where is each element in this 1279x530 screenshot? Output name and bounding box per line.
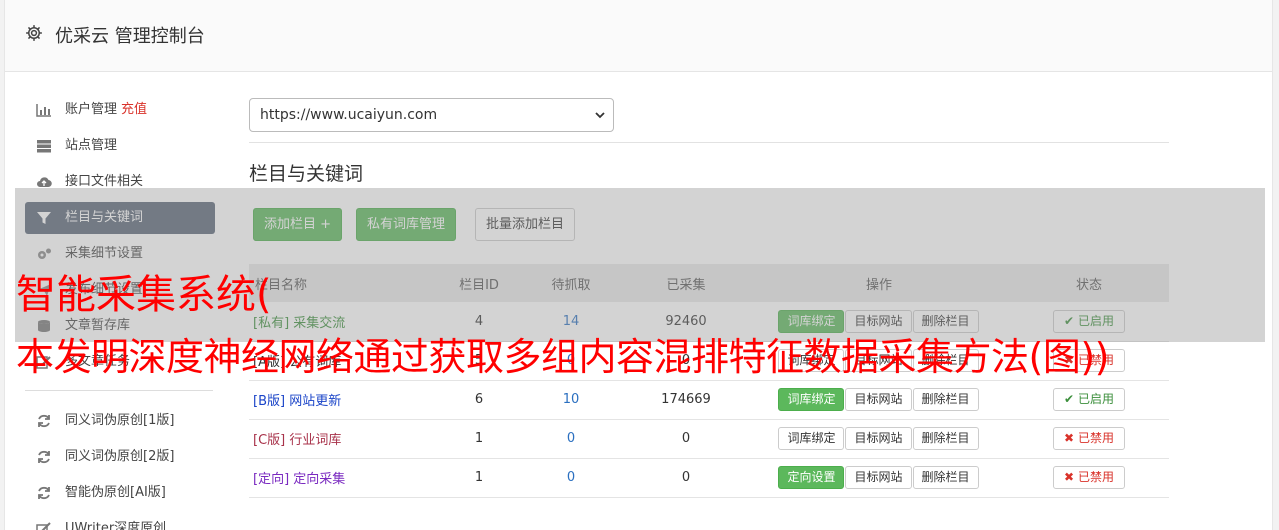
column-tag: [B版] (253, 394, 286, 409)
table-row: [定向] 定向采集 1 0 0 定向设置 目标网站 删除栏目 ✖ 已禁用 (249, 458, 1169, 497)
sidebar-item-label: UWriter深度原创 (65, 521, 167, 530)
section-title: 栏目与关键词 (249, 163, 364, 185)
sidebar-item-synonym-v2[interactable]: 同义词伪原创[2版] (25, 441, 215, 473)
table-row: [C版] 行业词库 1 0 0 词库绑定 目标网站 删除栏目 ✖ 已禁用 (249, 419, 1169, 458)
column-tag: [定向] (253, 472, 290, 487)
divider (249, 142, 1169, 143)
status-cell: ✖ 已禁用 (1009, 458, 1169, 497)
check-icon: ✔ (1064, 392, 1075, 406)
target-site-button[interactable]: 目标网站 (845, 427, 912, 450)
status-label: 已启用 (1077, 392, 1114, 406)
ops-cell: 词库绑定 目标网站 删除栏目 (749, 419, 1009, 458)
sidebar-divider (25, 390, 213, 391)
delete-column-button[interactable]: 删除栏目 (912, 388, 979, 411)
refresh-icon (38, 486, 50, 500)
column-name-link[interactable]: 网站更新 (289, 394, 341, 409)
pending-count-link[interactable]: 0 (519, 419, 623, 458)
gear-icon (26, 25, 42, 41)
status-toggle-button[interactable]: ✖ 已禁用 (1053, 427, 1125, 450)
column-name-cell: [B版] 网站更新 (249, 380, 439, 419)
column-id-cell: 1 (474, 431, 484, 446)
sidebar-item-label: 同义词伪原创[2版] (65, 449, 175, 464)
sidebar-item-ai-rewrite[interactable]: 智能伪原创[AI版] (25, 477, 215, 509)
refresh-icon (38, 414, 50, 428)
ops-cell: 定向设置 目标网站 删除栏目 (749, 458, 1009, 497)
sidebar-item-label: 接口文件相关 (65, 174, 144, 189)
sidebar-item-uwriter[interactable]: UWriter深度原创 (25, 513, 215, 530)
watermark-line-2: 本发明深度神经网络通过获取多组内容混排特征数据采集方法(图)) (16, 335, 1109, 379)
target-site-button[interactable]: 目标网站 (845, 466, 912, 489)
column-name-link[interactable]: 定向采集 (293, 472, 345, 487)
status-toggle-button[interactable]: ✔ 已启用 (1053, 388, 1125, 411)
pending-count-link[interactable]: 0 (519, 458, 623, 497)
sidebar-item-label: 同义词伪原创[1版] (65, 413, 175, 428)
collected-count: 0 (681, 470, 691, 485)
bind-library-button[interactable]: 词库绑定 (778, 427, 845, 450)
x-icon: ✖ (1064, 431, 1075, 445)
site-select[interactable]: https://www.ucaiyun.com (249, 98, 614, 132)
delete-column-button[interactable]: 删除栏目 (912, 466, 979, 489)
status-label: 已禁用 (1077, 431, 1114, 445)
watermark-line-1: 智能采集系统( (16, 272, 272, 318)
sidebar-item-account[interactable]: 账户管理 充值 (25, 94, 215, 126)
status-cell: ✖ 已禁用 (1009, 419, 1169, 458)
cloud-upload-icon (37, 177, 52, 188)
sidebar-item-sites[interactable]: 站点管理 (25, 130, 215, 162)
column-name-link[interactable]: 行业词库 (289, 433, 341, 448)
bind-library-button[interactable]: 定向设置 (778, 466, 845, 489)
header: 优采云 管理控制台 (5, 0, 1272, 72)
column-tag: [C版] (253, 433, 286, 448)
column-id-cell: 1 (474, 470, 484, 485)
sidebar-item-label: 站点管理 (65, 138, 118, 153)
table-row: [B版] 网站更新 6 10 174669 词库绑定 目标网站 删除栏目 ✔ 已启用 (249, 380, 1169, 419)
delete-column-button[interactable]: 删除栏目 (912, 427, 979, 450)
refresh-icon (38, 450, 50, 464)
sidebar-item-label: 账户管理 (65, 102, 118, 117)
column-name-cell: [C版] 行业词库 (249, 419, 439, 458)
pending-count-link[interactable]: 10 (519, 380, 623, 419)
x-icon: ✖ (1064, 470, 1075, 484)
pencil-icon (36, 522, 51, 530)
status-cell: ✔ 已启用 (1009, 380, 1169, 419)
collected-count: 174669 (661, 392, 711, 407)
status-toggle-button[interactable]: ✖ 已禁用 (1053, 466, 1125, 489)
sidebar-item-synonym-v1[interactable]: 同义词伪原创[1版] (25, 405, 215, 437)
status-label: 已禁用 (1077, 470, 1114, 484)
collected-count: 0 (681, 431, 691, 446)
sidebar-item-label: 智能伪原创[AI版] (65, 485, 166, 500)
chevron-down-icon (595, 112, 605, 119)
column-name-cell: [定向] 定向采集 (249, 458, 439, 497)
recharge-link[interactable]: 充值 (121, 102, 147, 117)
server-icon (37, 140, 51, 153)
page-title: 优采云 管理控制台 (55, 26, 205, 47)
bar-chart-icon (36, 104, 51, 117)
column-id-cell: 6 (474, 392, 484, 407)
ops-cell: 词库绑定 目标网站 删除栏目 (749, 380, 1009, 419)
bind-library-button[interactable]: 词库绑定 (778, 388, 845, 411)
site-select-value: https://www.ucaiyun.com (260, 107, 438, 123)
target-site-button[interactable]: 目标网站 (845, 388, 912, 411)
